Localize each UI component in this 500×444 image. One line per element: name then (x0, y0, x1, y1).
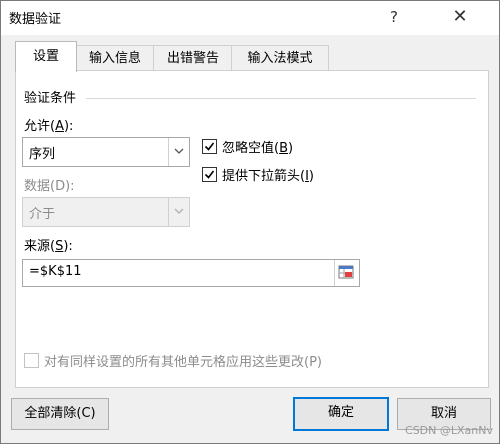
ignore-blank-label: 忽略空值(B) (222, 141, 294, 156)
allow-dropdown[interactable]: 序列 (22, 137, 190, 167)
data-dropdown: 介于 (22, 197, 190, 227)
tab-error-alert[interactable]: 出错警告 (153, 45, 233, 71)
source-input[interactable]: =$K$11 (22, 259, 360, 287)
dropdown-arrow-checkbox[interactable] (202, 167, 217, 182)
window-title: 数据验证 (9, 12, 62, 27)
ok-button[interactable]: 确定 (293, 397, 389, 431)
data-label: 数据(D): (24, 179, 75, 194)
apply-all-label: 对有同样设置的所有其他单元格应用这些更改(P) (44, 355, 322, 370)
tab-input-message[interactable]: 输入信息 (75, 45, 155, 71)
source-label: 来源(S): (24, 239, 73, 254)
data-validation-dialog: 数据验证 ? ✕ 设置 输入信息 出错警告 输入法模式 验证条件 允许(A): … (0, 0, 500, 444)
tab-ime-mode[interactable]: 输入法模式 (231, 45, 329, 71)
range-select-icon[interactable] (334, 260, 359, 286)
watermark: CSDN @LXanNv (405, 424, 493, 437)
help-button[interactable]: ? (381, 5, 407, 29)
dropdown-arrow-label: 提供下拉箭头(I) (222, 169, 314, 184)
tab-settings[interactable]: 设置 (15, 41, 77, 72)
title-bar: 数据验证 ? ✕ (1, 1, 499, 35)
settings-panel: 验证条件 允许(A): 序列 忽略空值(B) 提供下拉箭头(I) 数据(D): … (15, 70, 489, 388)
ignore-blank-checkbox[interactable] (202, 139, 217, 154)
chevron-down-icon (168, 198, 189, 226)
close-button[interactable]: ✕ (447, 5, 473, 29)
clear-all-button[interactable]: 全部清除(C) (11, 398, 109, 430)
allow-label: 允许(A): (24, 119, 74, 134)
data-value: 介于 (29, 207, 56, 222)
chevron-down-icon[interactable] (168, 138, 189, 166)
group-divider (86, 98, 476, 99)
apply-all-checkbox (24, 353, 39, 368)
validation-criteria-label: 验证条件 (24, 91, 77, 106)
source-value: =$K$11 (29, 264, 82, 279)
allow-value: 序列 (29, 147, 56, 162)
